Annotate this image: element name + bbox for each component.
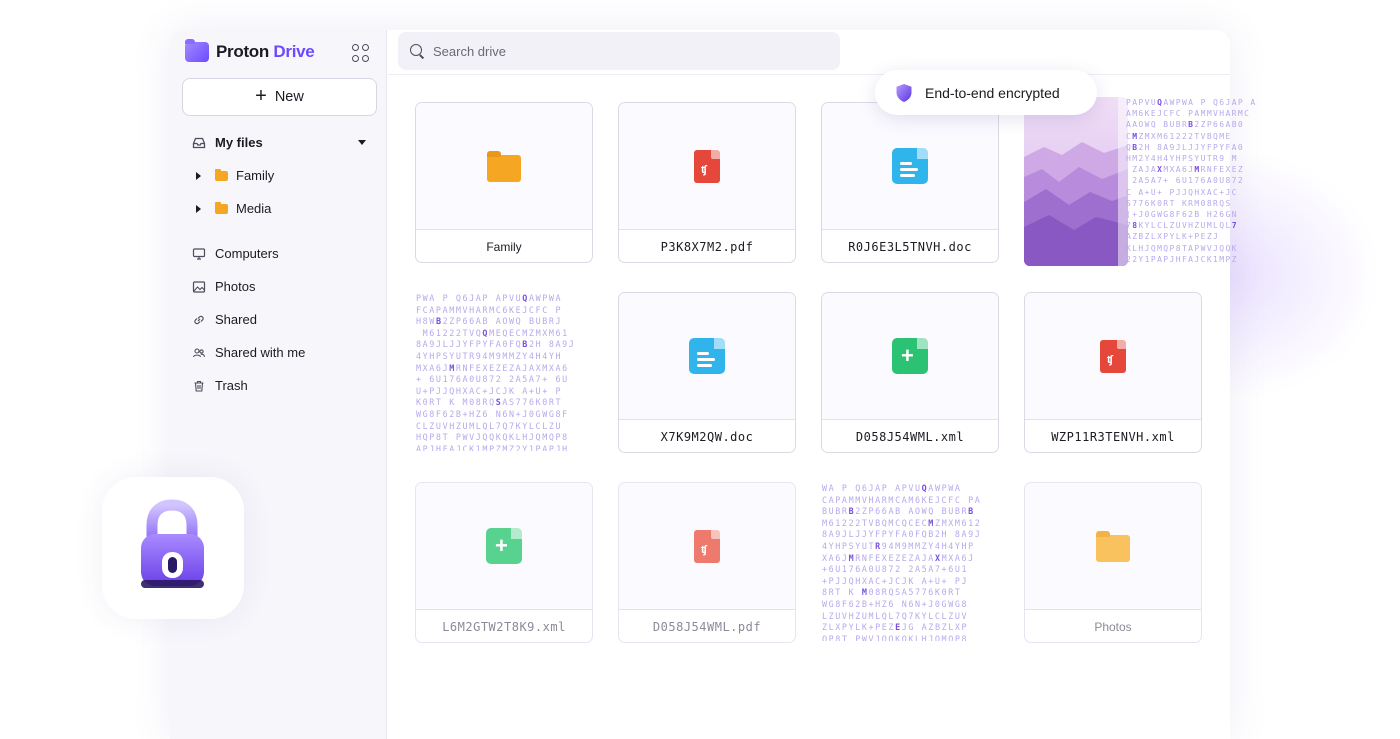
encrypted-file-tile: WA P Q6JAP APVUQAWPWA CAPAMMVHARMCAM6KEJ… xyxy=(822,483,982,641)
sidebar-item-label: Shared with me xyxy=(215,345,306,360)
sidebar-item-my-files[interactable]: My files xyxy=(192,135,263,150)
file-thumbnail xyxy=(1025,483,1201,610)
folder-icon xyxy=(1096,530,1130,562)
plus-icon: + xyxy=(255,85,267,107)
brand-name: Proton Drive xyxy=(216,42,315,61)
file-card-pdf[interactable]: ʧ P3K8X7M2.pdf xyxy=(618,102,796,263)
lock-icon xyxy=(141,499,204,588)
file-thumbnail: ʧ xyxy=(619,103,795,230)
file-name: D058J54WML.xml xyxy=(855,429,965,444)
encrypted-file-tile: PWA P Q6JAP APVUQAWPWA FCAPAMMVHARMC6KEJ… xyxy=(416,293,576,451)
file-thumbnail: + xyxy=(416,483,592,610)
inbox-icon xyxy=(192,137,206,148)
file-thumbnail xyxy=(822,103,998,230)
search-bar[interactable] xyxy=(398,32,840,70)
sidebar-folder-label: Family xyxy=(236,168,275,183)
file-thumbnail: + xyxy=(822,293,998,420)
sidebar-folder-family[interactable]: Family xyxy=(196,168,274,183)
lock-bubble xyxy=(102,477,244,619)
sidebar: Proton Drive + New My files Family Media… xyxy=(170,30,387,739)
file-thumbnail xyxy=(619,293,795,420)
file-name: R0J6E3L5TNVH.doc xyxy=(848,239,972,254)
sidebar-item-computers[interactable]: Computers xyxy=(192,246,279,261)
search-input[interactable] xyxy=(433,43,813,59)
trash-icon xyxy=(194,380,204,392)
spreadsheet-file-icon: + xyxy=(486,528,522,564)
file-thumbnail: ʧ xyxy=(619,483,795,610)
file-card-sheet[interactable]: + L6M2GTW2T8K9.xml xyxy=(415,482,593,643)
sidebar-item-label: Computers xyxy=(215,246,279,261)
file-card-folder[interactable]: Family xyxy=(415,102,593,263)
file-name: Photos xyxy=(1094,619,1132,634)
file-name: Family xyxy=(486,239,522,254)
monitor-icon xyxy=(192,247,206,260)
folder-icon xyxy=(487,150,521,182)
sidebar-item-label: My files xyxy=(215,135,263,150)
sidebar-item-photos[interactable]: Photos xyxy=(192,279,255,294)
brand-logo[interactable]: Proton Drive xyxy=(185,39,315,62)
sidebar-item-label: Trash xyxy=(215,378,248,393)
file-card-sheet[interactable]: + D058J54WML.xml xyxy=(821,292,999,453)
file-card-pdf[interactable]: ʧ D058J54WML.pdf xyxy=(618,482,796,643)
sidebar-item-label: Photos xyxy=(215,279,256,294)
search-icon xyxy=(410,44,424,58)
pdf-file-icon: ʧ xyxy=(694,149,720,183)
chevron-right-icon[interactable] xyxy=(196,171,201,180)
pdf-file-icon: ʧ xyxy=(694,529,720,563)
folder-icon xyxy=(215,201,228,214)
sidebar-folder-label: Media xyxy=(236,201,272,216)
sidebar-item-shared-with-me[interactable]: Shared with me xyxy=(192,345,305,360)
file-thumbnail: ʧ xyxy=(1025,293,1201,420)
document-file-icon xyxy=(892,148,928,184)
new-button-label: New xyxy=(274,89,304,105)
file-name: L6M2GTW2T8K9.xml xyxy=(442,619,566,634)
pdf-file-icon: ʧ xyxy=(1100,339,1126,373)
file-name: D058J54WML.pdf xyxy=(652,619,762,634)
app-switcher-icon[interactable] xyxy=(352,44,370,62)
users-icon xyxy=(192,347,206,357)
sidebar-folder-media[interactable]: Media xyxy=(196,201,271,216)
file-name: P3K8X7M2.pdf xyxy=(660,239,754,254)
sidebar-item-shared[interactable]: Shared xyxy=(192,312,257,327)
sidebar-item-trash[interactable]: Trash xyxy=(192,378,248,393)
shield-icon xyxy=(896,83,912,102)
encrypted-photo-tile: PAPVUQAWPWA P Q6JAP A AM6KEJCFC PAMMVHAR… xyxy=(1126,98,1257,264)
file-card-doc[interactable]: X7K9M2QW.doc xyxy=(618,292,796,453)
file-card-folder[interactable]: Photos xyxy=(1024,482,1202,643)
sidebar-item-label: Shared xyxy=(215,312,257,327)
encryption-badge-label: End-to-end encrypted xyxy=(925,84,1060,101)
folder-icon xyxy=(215,168,228,181)
file-name: WZP11R3TENVH.xml xyxy=(1051,429,1175,444)
spreadsheet-file-icon: + xyxy=(892,338,928,374)
photo-thumbnail[interactable] xyxy=(1024,97,1128,266)
chevron-down-icon[interactable] xyxy=(358,140,366,145)
file-name: X7K9M2QW.doc xyxy=(660,429,754,444)
header-divider xyxy=(388,74,1230,75)
drive-logo-icon xyxy=(185,39,209,62)
link-icon xyxy=(194,315,204,324)
document-file-icon xyxy=(689,338,725,374)
new-button[interactable]: + New xyxy=(182,78,377,116)
file-card-doc[interactable]: R0J6E3L5TNVH.doc xyxy=(821,102,999,263)
chevron-right-icon[interactable] xyxy=(196,204,201,213)
encryption-badge: End-to-end encrypted xyxy=(875,70,1097,115)
image-icon xyxy=(192,280,206,293)
file-thumbnail xyxy=(416,103,592,230)
file-card-pdf[interactable]: ʧ WZP11R3TENVH.xml xyxy=(1024,292,1202,453)
